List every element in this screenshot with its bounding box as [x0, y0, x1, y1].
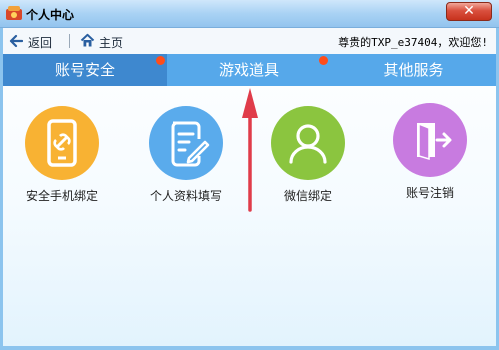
app-window: 个人中心 ✕ 返回 主页 尊贵的TXP_e37404，欢迎您! 账号安全 游戏道…	[0, 0, 499, 350]
title-bar[interactable]: 个人中心 ✕	[0, 0, 499, 28]
client-area: 返回 主页 尊贵的TXP_e37404，欢迎您! 账号安全 游戏道具 其他服务	[3, 28, 496, 346]
app-logo-icon	[6, 6, 22, 20]
close-button[interactable]: ✕	[446, 2, 492, 21]
annotation-arrow	[242, 88, 258, 212]
window-title: 个人中心	[26, 8, 75, 22]
close-icon: ✕	[463, 3, 475, 19]
